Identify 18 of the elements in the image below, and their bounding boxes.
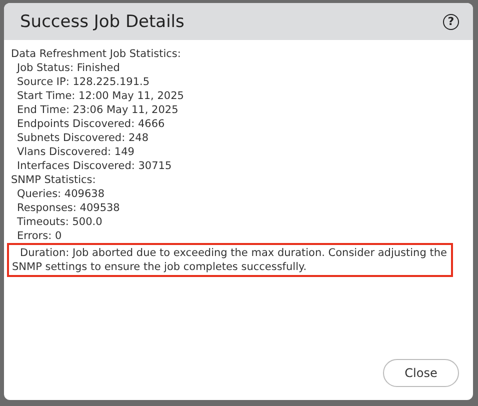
close-button[interactable]: Close	[383, 359, 459, 387]
statistic-line: Job Status: Finished	[16, 61, 121, 75]
statistic-line: Vlans Discovered: 149	[16, 145, 136, 159]
help-icon[interactable]: ?	[443, 14, 459, 30]
statistic-line: Endpoints Discovered: 4666	[16, 117, 166, 131]
section-heading: SNMP Statistics:	[10, 173, 97, 187]
statistic-line: Queries: 409638	[16, 187, 106, 201]
statistic-line: Interfaces Discovered: 30715	[16, 159, 173, 173]
statistic-line: Source IP: 128.225.191.5	[16, 75, 151, 89]
dialog-title: Success Job Details	[20, 12, 184, 32]
statistic-line: Responses: 409538	[16, 201, 121, 215]
statistic-line: Start Time: 12:00 May 11, 2025	[16, 89, 185, 103]
statistic-line: End Time: 23:06 May 11, 2025	[16, 103, 180, 117]
duration-note: Duration: Job aborted due to exceeding the max duration. Consider adjusting the SNMP settings to ensure the job completes successfully.	[7, 243, 453, 277]
statistic-line: Timeouts: 500.0	[16, 215, 104, 229]
statistic-line: Subnets Discovered: 248	[16, 131, 150, 145]
section-heading: Data Refreshment Job Statistics:	[10, 47, 182, 61]
statistic-line: Errors: 0	[16, 229, 63, 243]
